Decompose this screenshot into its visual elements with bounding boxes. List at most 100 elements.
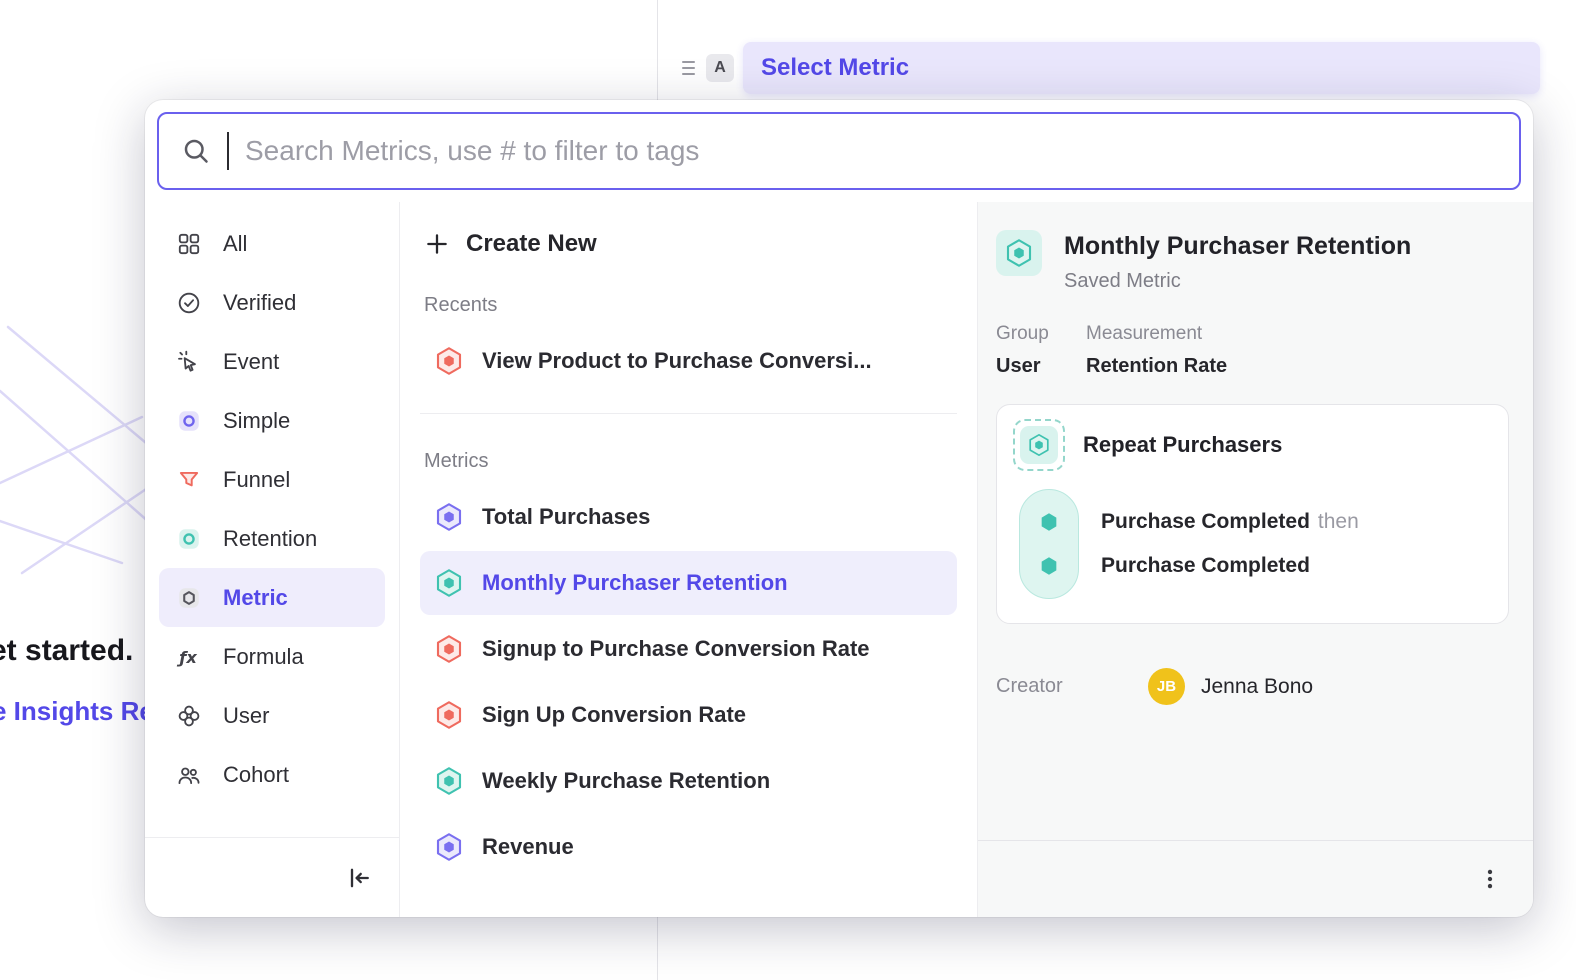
plus-icon xyxy=(424,231,450,257)
drag-handle-icon[interactable] xyxy=(682,61,700,75)
metric-row-label: Total Purchases xyxy=(482,504,650,530)
sidebar-item-label: User xyxy=(223,703,269,729)
recents-section-label: Recents xyxy=(424,294,957,317)
sidebar-item-all[interactable]: All xyxy=(159,214,385,273)
search-area xyxy=(145,100,1533,190)
screen: et started. e Insights Re A Select Metri… xyxy=(0,0,1576,980)
sidebar-item-label: All xyxy=(223,231,247,257)
sidebar-item-label: Event xyxy=(223,349,279,375)
sidebar-item-label: Metric xyxy=(223,585,288,611)
step-letter-badge[interactable]: A xyxy=(706,54,734,82)
svg-text:ƒx: ƒx xyxy=(176,647,197,666)
search-input[interactable] xyxy=(245,135,1497,167)
card-title: Repeat Purchasers xyxy=(1083,432,1282,458)
funnel-metric-icon xyxy=(434,346,464,376)
sidebar-item-funnel[interactable]: Funnel xyxy=(159,450,385,509)
cohort-badge xyxy=(1013,419,1065,471)
metric-meta: Group Measurement User Retention Rate xyxy=(996,323,1509,378)
step-pill xyxy=(1019,489,1079,599)
metric-row-label: Signup to Purchase Conversion Rate xyxy=(482,636,870,662)
sidebar-item-label: Retention xyxy=(223,526,317,552)
user-icon xyxy=(175,702,203,730)
text-caret xyxy=(227,132,229,170)
event-step-icon xyxy=(1038,511,1060,533)
metric-preview-panel: Monthly Purchaser Retention Saved Metric… xyxy=(978,202,1533,917)
sidebar-item-cohort[interactable]: Cohort xyxy=(159,745,385,804)
metric-icon xyxy=(175,584,203,612)
group-label: Group xyxy=(996,323,1086,345)
creator-row: Creator JB Jenna Bono xyxy=(996,668,1509,705)
group-value: User xyxy=(996,355,1086,378)
type-filter-sidebar: All Verified xyxy=(145,202,400,917)
simple-metric-icon xyxy=(434,832,464,862)
sidebar-item-simple[interactable]: Simple xyxy=(159,391,385,450)
create-new-label: Create New xyxy=(466,230,597,258)
sidebar-item-label: Formula xyxy=(223,644,304,670)
saved-metric-badge xyxy=(996,230,1042,276)
event-icon xyxy=(175,348,203,376)
retention-metric-icon xyxy=(434,766,464,796)
preview-footer xyxy=(978,840,1533,917)
formula-icon: ƒx xyxy=(175,643,203,671)
more-options-button[interactable] xyxy=(1477,866,1503,892)
query-builder-row: A Select Metric xyxy=(682,38,1540,98)
metrics-section-label: Metrics xyxy=(424,450,957,473)
metric-row[interactable]: Revenue xyxy=(420,815,957,879)
kebab-menu-icon xyxy=(1477,866,1503,892)
search-box[interactable] xyxy=(157,112,1521,190)
preview-subtitle: Saved Metric xyxy=(1064,270,1411,293)
funnel-icon xyxy=(175,466,203,494)
metric-list-column: Create New Recents View Product to Purch… xyxy=(400,202,978,917)
measurement-value: Retention Rate xyxy=(1086,355,1509,378)
funnel-metric-icon xyxy=(434,634,464,664)
sidebar-item-metric[interactable]: Metric xyxy=(159,568,385,627)
metric-row-label: Revenue xyxy=(482,834,574,860)
background-headline-fragment: et started. xyxy=(0,634,133,668)
cohort-icon xyxy=(175,761,203,789)
creator-label: Creator xyxy=(996,675,1148,698)
search-icon xyxy=(181,136,211,166)
sidebar-item-formula[interactable]: ƒx Formula xyxy=(159,627,385,686)
sidebar-item-label: Cohort xyxy=(223,762,289,788)
recent-metric-row[interactable]: View Product to Purchase Conversi... xyxy=(420,329,957,393)
verified-icon xyxy=(175,289,203,317)
metric-row-selected[interactable]: Monthly Purchaser Retention xyxy=(420,551,957,615)
metric-row[interactable]: Sign Up Conversion Rate xyxy=(420,683,957,747)
then-connector: then xyxy=(1318,510,1359,533)
retention-metric-icon xyxy=(434,568,464,598)
sidebar-item-label: Verified xyxy=(223,290,296,316)
metric-row-label: Monthly Purchaser Retention xyxy=(482,570,788,596)
metric-row[interactable]: Weekly Purchase Retention xyxy=(420,749,957,813)
step-one: Purchase Completedthen xyxy=(1101,510,1359,534)
select-metric-field[interactable]: Select Metric xyxy=(743,42,1540,94)
grid-icon xyxy=(175,230,203,258)
background-link-fragment[interactable]: e Insights Re xyxy=(0,696,154,727)
sidebar-item-retention[interactable]: Retention xyxy=(159,509,385,568)
creator-avatar: JB xyxy=(1148,668,1185,705)
sidebar-item-event[interactable]: Event xyxy=(159,332,385,391)
sidebar-footer xyxy=(145,837,399,917)
simple-metric-icon xyxy=(434,502,464,532)
sidebar-item-verified[interactable]: Verified xyxy=(159,273,385,332)
list-divider xyxy=(420,413,957,414)
metric-row[interactable]: Total Purchases xyxy=(420,485,957,549)
create-new-button[interactable]: Create New xyxy=(420,220,957,258)
creator-name: Jenna Bono xyxy=(1201,675,1313,699)
funnel-metric-icon xyxy=(434,700,464,730)
preview-header: Monthly Purchaser Retention Saved Metric xyxy=(996,230,1509,293)
retention-definition-card: Repeat Purchasers Purchase Completedthen xyxy=(996,404,1509,624)
sidebar-item-label: Simple xyxy=(223,408,290,434)
measurement-label: Measurement xyxy=(1086,323,1509,345)
metric-picker-modal: All Verified xyxy=(145,100,1533,917)
metric-row[interactable]: Signup to Purchase Conversion Rate xyxy=(420,617,957,681)
modal-body: All Verified xyxy=(145,202,1533,917)
preview-title: Monthly Purchaser Retention xyxy=(1064,230,1411,261)
retention-metric-icon xyxy=(1027,433,1051,457)
collapse-icon xyxy=(345,864,373,892)
step-two: Purchase Completed xyxy=(1101,554,1359,578)
collapse-sidebar-button[interactable] xyxy=(345,864,373,892)
sidebar-item-user[interactable]: User xyxy=(159,686,385,745)
metric-row-label: Sign Up Conversion Rate xyxy=(482,702,746,728)
sidebar-item-label: Funnel xyxy=(223,467,290,493)
recent-metric-label: View Product to Purchase Conversi... xyxy=(482,348,872,374)
